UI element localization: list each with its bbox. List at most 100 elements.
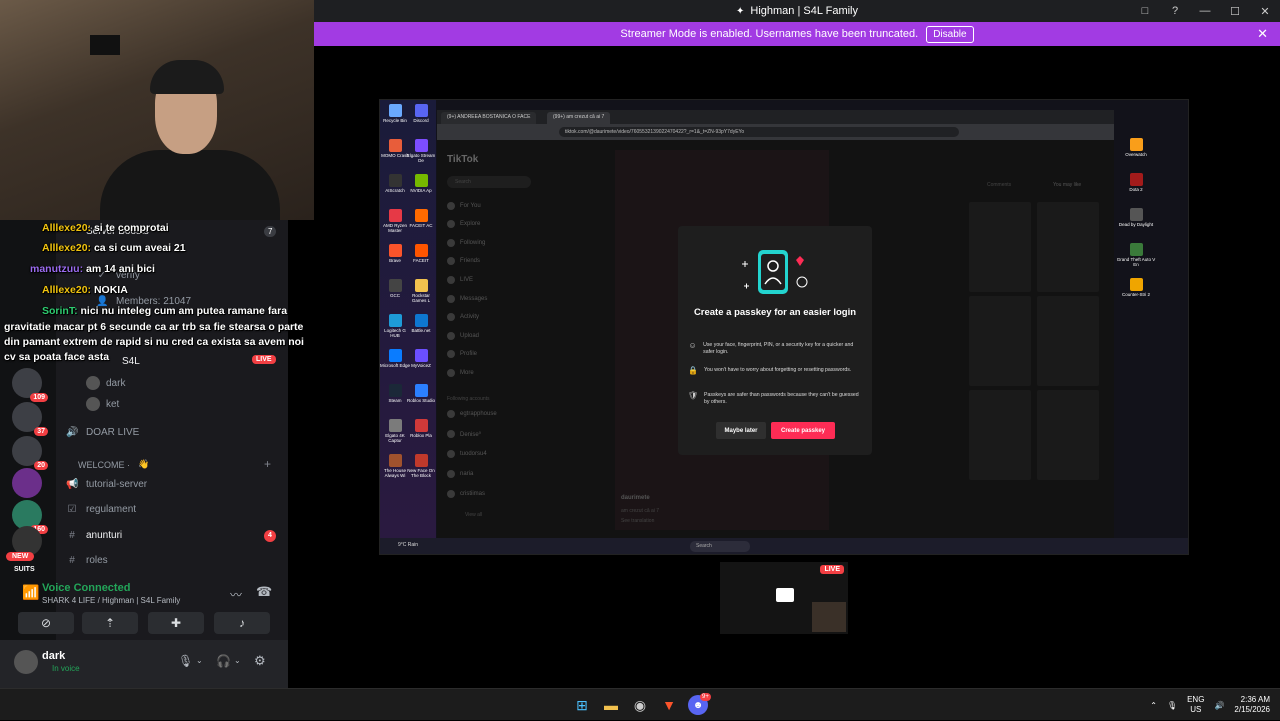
app-icon [414,419,428,432]
desktop-icon-label: NVIDIA Ap [410,188,432,193]
tt-nav: Messages [447,295,487,303]
maybe-later-button[interactable]: Maybe later [716,422,766,439]
tt-nav: Friends [447,257,480,265]
desktop-icon-label: Discord [413,118,429,123]
desktop-icon-label: FACEIT AC [409,223,433,228]
tt-nav: More [447,369,474,377]
server-icon[interactable]: 37 [12,402,48,436]
username: dark [42,650,66,662]
passkey-modal: Create a passkey for an easier login ☺ Us… [678,226,872,455]
server-icon[interactable] [12,468,42,498]
desktop-icon: NVIDIA Ap [406,174,436,193]
desktop-icon: Counter-Stri 2 [1116,278,1156,297]
tt-nav: Upload [447,332,479,340]
activities-button[interactable]: ✚ [148,612,204,634]
desktop-icon: Elgato Stream De [406,139,436,163]
chat-message: Alllexe20: si te comprotai [42,222,169,234]
channel-regulament[interactable]: ☑ regulament [66,504,137,515]
voice-member[interactable]: dark [86,376,125,390]
microphone-icon[interactable]: 🎙 [178,654,193,668]
volume-icon[interactable]: 🔊 [1214,701,1224,710]
headphones-icon[interactable]: 🎧 [216,654,231,668]
gear-icon[interactable]: ⚙ [254,653,266,669]
desktop-icon-label: Dead by Daylight [1118,222,1154,227]
streamer-cap [150,60,224,94]
language-indicator[interactable]: ENG US [1187,695,1204,715]
remote-search: Search [690,541,750,552]
desktop-icon-label: Elgato Stream De [406,153,436,163]
stream-preview[interactable]: LIVE [720,562,848,634]
disable-button[interactable]: Disable [926,25,974,43]
voice-status[interactable]: Voice Connected [42,582,130,594]
help-icon[interactable]: ? [1160,5,1190,17]
app-icon [388,314,402,327]
lock-icon: 🔒 [688,366,698,375]
microphone-icon[interactable]: 🎙 [1167,701,1177,710]
server-icon[interactable]: 20 [12,436,48,470]
start-icon[interactable]: ⊞ [572,695,592,715]
megaphone-icon: 📢 [66,479,79,490]
desktop-icon: Battle.net [406,314,436,333]
desktop-icon: Roblox Studio [406,384,436,403]
minimize-button[interactable]: — [1190,5,1220,17]
video-author: daurimete [621,495,650,501]
tiktok-sidebar: TikTok Search For You Explore Following … [437,140,607,540]
passkey-illustration-icon [742,250,808,294]
you-may-like-tab: You may like [1053,182,1082,188]
desktop-icon: Dead by Daylight [1116,208,1156,227]
chevron-down-icon[interactable]: ⌄ [196,656,203,665]
voice-channel[interactable]: SHARK 4 LIFE / Highman | S4L Family [42,596,180,605]
chevron-up-icon[interactable]: ⌃ [1150,701,1157,710]
chat-message: Alllexe20: ca si cum aveai 21 [42,242,186,254]
streamer-mode-banner: Streamer Mode is enabled. Usernames have… [314,22,1280,46]
noise-suppression-icon[interactable]: 〰 [230,586,242,603]
category-welcome[interactable]: WELCOME · 👋 [78,459,149,470]
windows-taskbar: ⊞ ▬ ◉ ▼ ☻ 9+ ⌃ 🎙 ENG US 🔊 2:36 AM 2/15/202… [0,688,1280,720]
close-icon[interactable]: ✕ [1257,26,1268,42]
new-badge: NEW [6,552,35,561]
app-icon [388,174,402,187]
add-channel-icon[interactable]: + [264,457,271,471]
obs-icon[interactable]: ◉ [630,695,650,715]
desktop-icon-label: Dota 2 [1129,187,1143,192]
tt-account: egtrapphouse [447,410,497,418]
app-icon [388,279,402,292]
create-passkey-button[interactable]: Create passkey [771,422,835,439]
streamer-mode-text: Streamer Mode is enabled. Usernames have… [620,28,919,40]
tt-nav: Activity [447,313,479,321]
modal-title: Create a passkey for an easier login [693,307,857,318]
chat-message: Alllexe20: NOKIA [42,284,128,296]
screenshare-button[interactable]: ⇡ [82,612,138,634]
channel-roles[interactable]: # roles [66,555,107,566]
remote-taskbar: Search 9°C Rain [380,538,1188,554]
camera-button[interactable]: ⊘ [18,612,74,634]
chat-message: SorinT: nici nu inteleg cum am putea ram… [42,305,288,317]
server-icon[interactable]: 109 [12,368,48,402]
discord-badge: 9+ [700,693,711,701]
soundboard-button[interactable]: ♪ [214,612,270,634]
app-icon [414,454,428,467]
app-icon [1129,138,1143,151]
disconnect-icon[interactable]: ☎ [256,584,272,600]
channel-anunturi[interactable]: # anunturi [66,530,122,541]
live-badge: LIVE [252,355,276,364]
channel-tutorial-server[interactable]: 📢 tutorial-server [66,479,147,490]
channel-doar-live[interactable]: 🔊 DOAR LIVE [66,427,139,438]
brave-icon[interactable]: ▼ [659,695,679,715]
close-button[interactable]: ✕ [1250,5,1280,18]
clock[interactable]: 2:36 AM 2/15/2026 [1234,695,1270,715]
maximize-button[interactable]: ☐ [1220,5,1250,18]
voice-user-s4l[interactable]: S4L [122,356,140,367]
hash-icon: # [69,555,75,566]
voice-member[interactable]: ket [86,397,119,411]
screen-icon [776,588,794,602]
chevron-down-icon[interactable]: ⌄ [234,656,241,665]
app-icon [414,139,428,152]
tt-nav: LIVE [447,276,473,284]
window-titlebar: ✦ Highman | S4L Family □ ? — ☐ ✕ [314,0,1280,22]
app-icon [388,139,402,152]
file-explorer-icon[interactable]: ▬ [601,695,621,715]
inbox-icon[interactable]: □ [1130,5,1160,17]
desktop-icon-label: Grand Theft Auto V En [1116,257,1156,267]
avatar[interactable] [14,650,38,674]
